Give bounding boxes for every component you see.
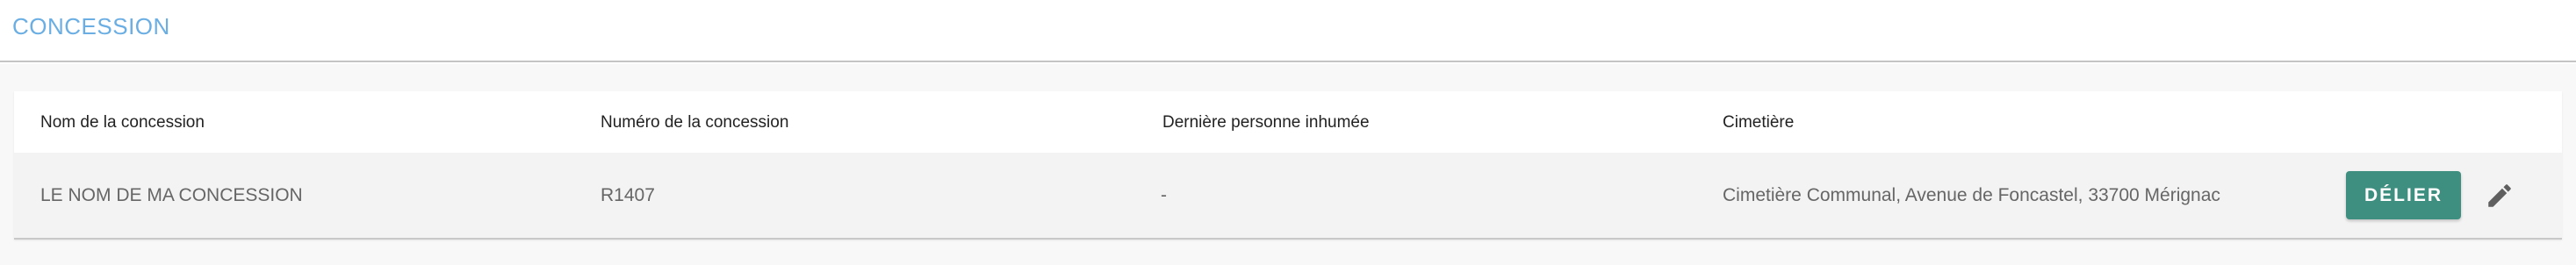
pencil-icon[interactable] <box>2485 181 2515 211</box>
section-title: CONCESSION <box>12 13 170 39</box>
cell-concession-name: LE NOM DE MA CONCESSION <box>40 185 303 205</box>
cell-concession-number: R1407 <box>601 185 655 205</box>
concession-page: CONCESSION Nom de la concession Numéro d… <box>0 0 2576 265</box>
column-header-number: Numéro de la concession <box>601 113 789 132</box>
column-header-cemetery: Cimetière <box>1723 113 1795 132</box>
section-header: CONCESSION <box>0 0 2576 62</box>
table-header: Nom de la concession Numéro de la conces… <box>14 91 2562 153</box>
column-header-name: Nom de la concession <box>40 113 205 132</box>
cell-cemetery: Cimetière Communal, Avenue de Foncastel,… <box>1723 185 2220 205</box>
concession-table: Nom de la concession Numéro de la conces… <box>14 91 2562 240</box>
column-header-last-buried: Dernière personne inhumée <box>1162 113 1370 132</box>
cell-last-buried: - <box>1161 185 1167 205</box>
table-row: LE NOM DE MA CONCESSION R1407 - Cimetièr… <box>14 153 2562 238</box>
unlink-button[interactable]: DÉLIER <box>2346 171 2461 219</box>
